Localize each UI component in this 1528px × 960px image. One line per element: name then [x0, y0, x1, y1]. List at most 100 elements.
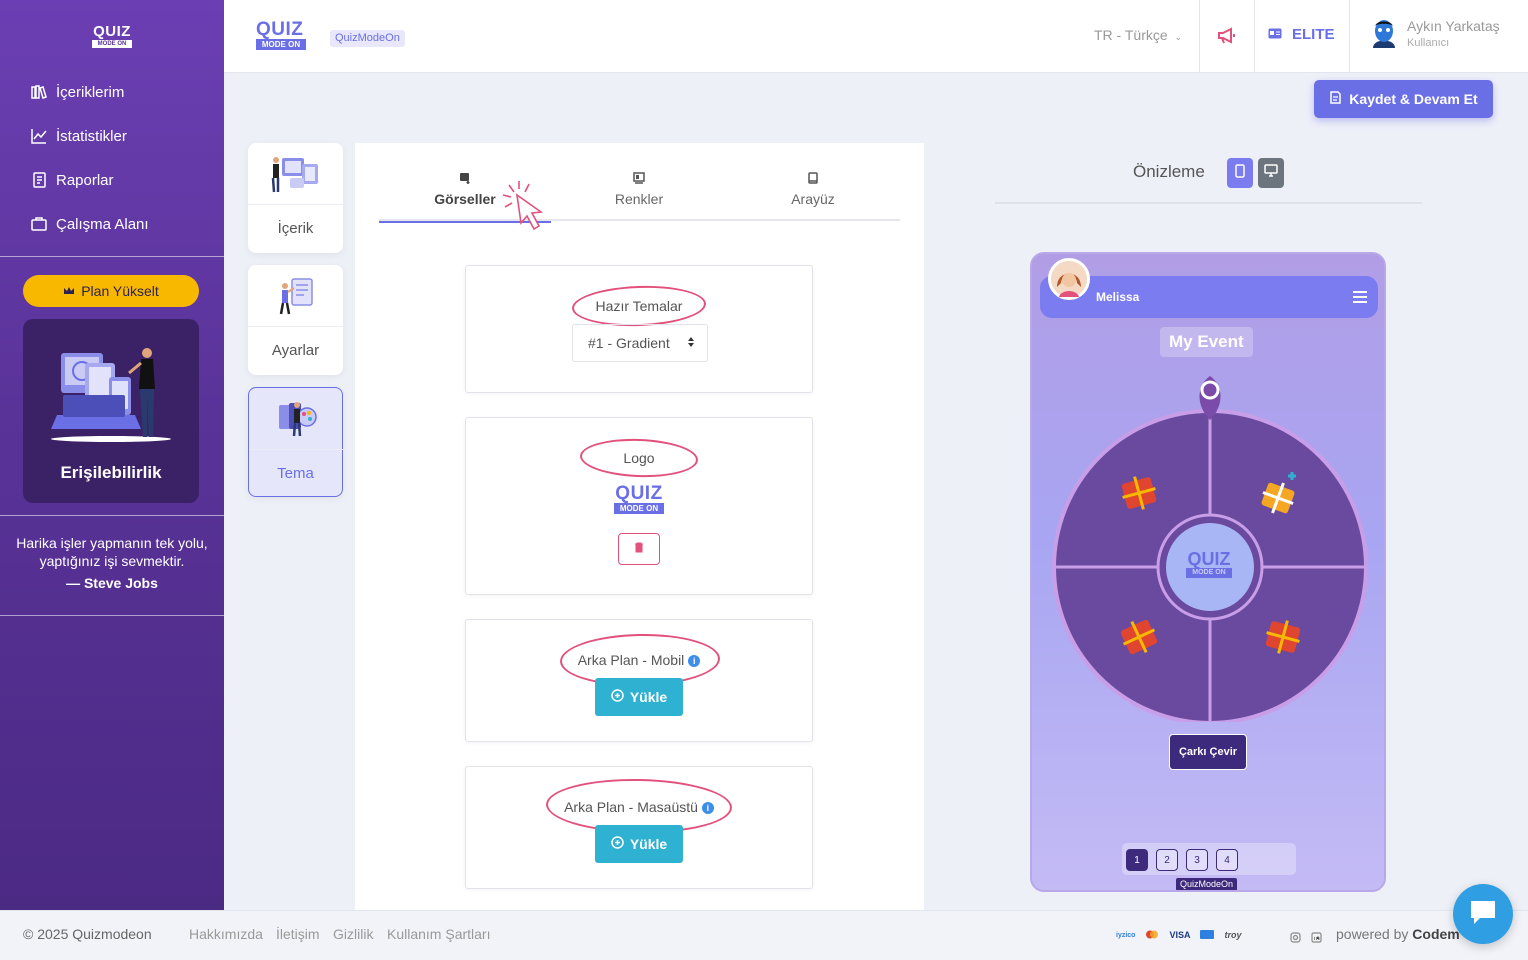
page-button[interactable]: 3	[1186, 849, 1208, 871]
step-label: Tema	[277, 465, 314, 482]
user-avatar[interactable]	[1370, 18, 1398, 48]
preview-mobile-button[interactable]	[1227, 158, 1253, 188]
tab-renkler[interactable]: Renkler	[553, 165, 725, 221]
briefcase-icon	[30, 215, 48, 233]
logo-subtext: MODE ON	[256, 39, 306, 50]
background-mobile-card: Arka Plan - Mobil i Yükle	[465, 619, 813, 742]
hamburger-menu-icon[interactable]	[1352, 290, 1368, 304]
upload-circle-icon	[611, 836, 624, 852]
upload-mobile-button[interactable]: Yükle	[595, 678, 683, 716]
upload-label: Yükle	[629, 836, 668, 852]
crown-icon	[63, 283, 75, 299]
page-button[interactable]: 4	[1216, 849, 1238, 871]
live-chat-button[interactable]	[1453, 884, 1513, 944]
language-label: TR - Türkçe	[1094, 27, 1168, 43]
accessibility-title: Erişilebilirlik	[60, 463, 162, 482]
editor-tabs: Görseller Renkler Arayüz	[379, 165, 900, 223]
preview-brand-badge: QuizModeOn	[1176, 878, 1238, 890]
step-icerik[interactable]: İçerik	[248, 143, 343, 253]
step-tema[interactable]: Tema	[248, 387, 344, 497]
sidebar-divider	[0, 615, 224, 616]
tab-label: Renkler	[614, 191, 664, 207]
card-title: Hazır Temalar	[595, 298, 683, 314]
accessibility-card[interactable]: Erişilebilirlik	[23, 319, 199, 503]
mobile-icon	[1235, 163, 1245, 183]
theme-illustration	[249, 388, 344, 450]
header-logo[interactable]: QUIZ MODE ON	[256, 20, 308, 50]
theme-select[interactable]: #1 - Gradient	[572, 324, 708, 362]
plan-badge[interactable]: ELITE	[1268, 26, 1335, 43]
step-label: İçerik	[277, 220, 314, 237]
books-icon	[30, 83, 48, 101]
copyright-text: © 2025 Quizmodeon	[23, 926, 152, 942]
save-icon	[1329, 91, 1342, 107]
report-icon	[30, 171, 48, 189]
sidebar-nav: İçeriklerim İstatistikler Raporlar Çalış…	[0, 70, 224, 246]
quote-text: Harika işler yapmanın tek yolu, yaptığın…	[16, 535, 208, 569]
footer-link-privacy[interactable]: Gizlilik	[333, 926, 373, 942]
payment-logos: iyzico VISA troy	[1116, 927, 1241, 943]
footer-link-contact[interactable]: İletişim	[276, 926, 320, 942]
sidebar-item-raporlar[interactable]: Raporlar	[0, 158, 224, 202]
sidebar-logo[interactable]: QUIZ MODE ON	[92, 24, 132, 48]
powered-name: Codem	[1412, 926, 1460, 942]
tab-arayuz[interactable]: Arayüz	[727, 165, 899, 221]
megaphone-icon[interactable]	[1216, 25, 1238, 47]
sidebar-item-label: Çalışma Alanı	[56, 215, 149, 233]
preview-divider	[995, 202, 1422, 204]
player-avatar	[1048, 258, 1090, 300]
trash-icon	[634, 540, 644, 558]
preview-title: Önizleme	[1133, 162, 1205, 181]
user-role: Kullanıcı	[1407, 37, 1450, 49]
preview-topbar	[1040, 276, 1378, 318]
powered-prefix: powered by	[1336, 926, 1409, 942]
theme-select-value: #1 - Gradient	[588, 335, 670, 351]
save-continue-button[interactable]: Kaydet & Devam Et	[1314, 80, 1493, 118]
logo-card: Logo QUIZ MODE ON	[465, 417, 813, 595]
workspace-badge: QuizModeOn	[330, 30, 405, 47]
sidebar-item-calisma-alani[interactable]: Çalışma Alanı	[0, 202, 224, 246]
sidebar-item-iceriklerim[interactable]: İçeriklerim	[0, 70, 224, 114]
powered-by[interactable]: powered by Codem	[1336, 926, 1460, 942]
card-title: Logo	[623, 450, 655, 466]
linkedin-icon[interactable]	[1311, 930, 1322, 948]
logo-text: QUIZ	[256, 19, 304, 40]
preview-pagination: 1 2 3 4	[1122, 843, 1296, 875]
top-header: QUIZ MODE ON QuizModeOn TR - Türkçe ⌄ EL…	[224, 0, 1528, 73]
card-title-wrap: Arka Plan - Mobil i	[466, 652, 812, 668]
card-title-wrap: Arka Plan - Masaüstü i	[466, 799, 812, 815]
upload-desktop-button[interactable]: Yükle	[595, 825, 683, 863]
header-divider	[1199, 0, 1200, 72]
language-selector[interactable]: TR - Türkçe ⌄	[1094, 27, 1182, 43]
sidebar-item-label: İstatistikler	[56, 127, 127, 145]
footer-link-about[interactable]: Hakkımızda	[189, 926, 263, 942]
upgrade-plan-button[interactable]: Plan Yükselt	[23, 275, 199, 307]
player-name: Melissa	[1096, 290, 1140, 304]
mobile-preview-frame: Melissa My Event QUIZ MODE ON Çarkı Çevi…	[1030, 252, 1386, 892]
footer-link-terms[interactable]: Kullanım Şartları	[387, 926, 490, 942]
palette-icon	[632, 171, 646, 185]
page-button[interactable]: 1	[1126, 849, 1148, 871]
chat-bubble-icon	[1468, 898, 1498, 931]
accessibility-illustration	[51, 348, 171, 442]
preview-desktop-button[interactable]	[1258, 158, 1284, 188]
iyzico-logo: iyzico	[1116, 931, 1136, 939]
spin-wheel-button[interactable]: Çarkı Çevir	[1169, 734, 1247, 770]
quote-author: — Steve Jobs	[66, 575, 158, 591]
sidebar-item-istatistikler[interactable]: İstatistikler	[0, 114, 224, 158]
step-ayarlar[interactable]: Ayarlar	[248, 265, 343, 375]
info-icon[interactable]: i	[688, 655, 701, 668]
sidebar-item-label: Raporlar	[56, 171, 114, 189]
step-label: Ayarlar	[271, 342, 320, 359]
sidebar-item-label: İçeriklerim	[56, 83, 125, 101]
card-title: Arka Plan - Masaüstü	[564, 799, 698, 815]
instagram-icon[interactable]	[1290, 930, 1301, 948]
prize-wheel[interactable]	[1050, 372, 1370, 722]
delete-logo-button[interactable]	[618, 533, 660, 565]
wheel-center-logo: QUIZ MODE ON	[1184, 550, 1234, 578]
header-divider	[1349, 0, 1350, 72]
info-icon[interactable]: i	[701, 802, 714, 815]
page-button[interactable]: 2	[1156, 849, 1178, 871]
user-name[interactable]: Aykın Yarkataş	[1407, 18, 1500, 34]
line-chart-icon	[30, 127, 48, 145]
